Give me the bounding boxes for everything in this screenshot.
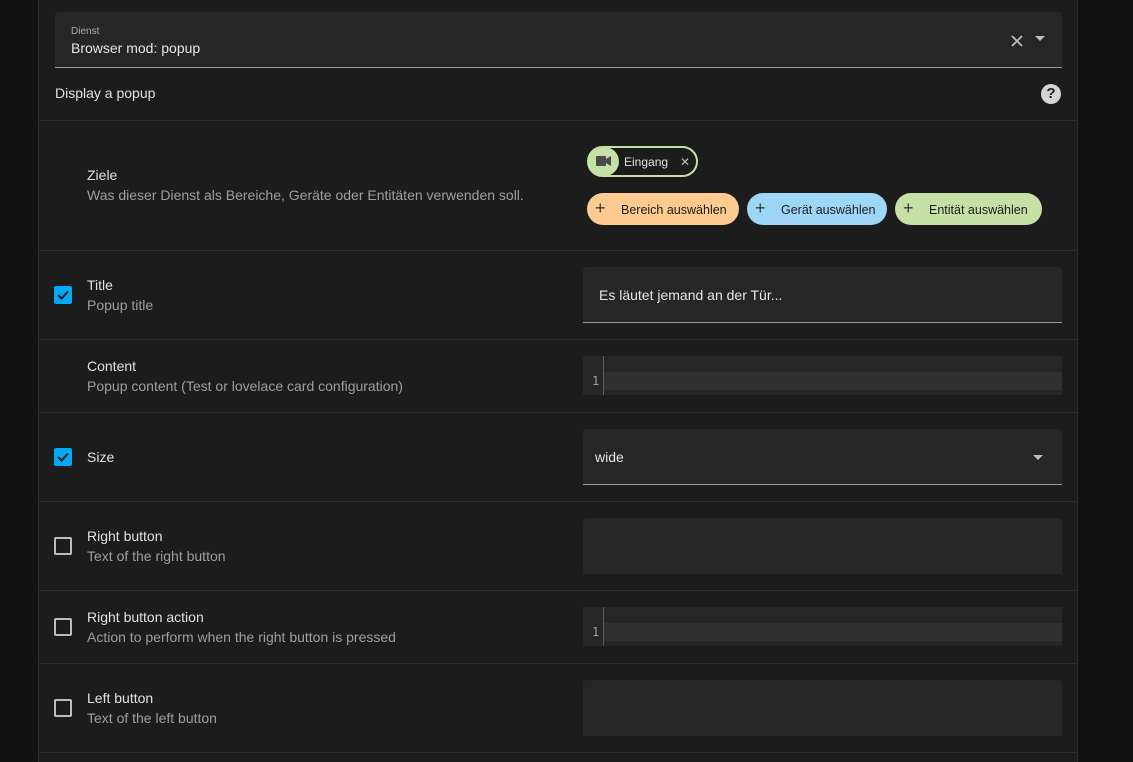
add-device-label: Gerät auswählen (781, 203, 876, 217)
service-select[interactable]: Dienst Browser mod: popup (55, 12, 1062, 68)
title-checkbox[interactable] (54, 286, 72, 304)
entity-chip-eingang[interactable]: Eingang ✕ (587, 146, 698, 177)
field-row-content: Content Popup content (Test or lovelace … (39, 339, 1077, 412)
line-number: 1 (592, 625, 600, 639)
field-row-title: Title Popup title Es läutet jemand an de… (39, 250, 1077, 339)
right-button-action-description: Action to perform when the right button … (87, 629, 396, 645)
content-description: Popup content (Test or lovelace card con… (87, 378, 403, 394)
size-select-value: wide (595, 449, 624, 465)
line-gutter: 1 (583, 356, 604, 395)
title-label: Title (87, 277, 113, 293)
right-button-action-code-editor[interactable]: 1 (583, 607, 1062, 646)
field-row-next (39, 752, 1077, 762)
right-button-action-label: Right button action (87, 609, 204, 625)
left-button-description: Text of the left button (87, 710, 217, 726)
service-select-value: Browser mod: popup (71, 40, 201, 56)
right-button-action-checkbox[interactable] (54, 618, 72, 636)
video-camera-icon (588, 147, 619, 176)
close-icon[interactable]: ✕ (680, 156, 690, 168)
content-label: Content (87, 358, 137, 374)
right-button-input[interactable] (583, 518, 1062, 574)
active-line (604, 623, 1062, 641)
plus-icon: + (903, 198, 914, 218)
content-code-editor[interactable]: 1 (583, 356, 1062, 395)
targets-title: Ziele (87, 167, 118, 183)
field-row-left-button: Left button Text of the left button (39, 663, 1077, 752)
field-row-right-button: Right button Text of the right button (39, 501, 1077, 590)
plus-icon: + (595, 198, 606, 218)
right-button-label: Right button (87, 528, 163, 544)
title-input-value: Es läutet jemand an der Tür... (599, 287, 783, 303)
left-button-checkbox[interactable] (54, 699, 72, 717)
right-button-description: Text of the right button (87, 548, 226, 564)
active-line (604, 372, 1062, 390)
plus-icon: + (755, 198, 766, 218)
clear-icon[interactable] (1010, 34, 1024, 48)
chevron-down-icon[interactable] (1033, 455, 1043, 460)
left-button-input[interactable] (583, 680, 1062, 736)
chevron-down-icon[interactable] (1035, 36, 1045, 41)
targets-row: Ziele Was dieser Dienst als Bereiche, Ge… (39, 120, 1077, 250)
size-label: Size (87, 449, 115, 465)
left-button-label: Left button (87, 690, 154, 706)
service-description: Display a popup (55, 85, 156, 101)
title-description: Popup title (87, 297, 154, 313)
size-checkbox[interactable] (54, 448, 72, 466)
field-row-right-button-action: Right button action Action to perform wh… (39, 590, 1077, 663)
entity-chip-label: Eingang (624, 155, 669, 169)
size-select[interactable]: wide (583, 429, 1062, 485)
field-row-size: Size wide (39, 412, 1077, 501)
line-number: 1 (592, 374, 600, 388)
service-call-card: Dienst Browser mod: popup Display a popu… (38, 0, 1078, 762)
add-area-button[interactable]: + Bereich auswählen (587, 193, 739, 225)
add-entity-label: Entität auswählen (929, 203, 1028, 217)
add-device-button[interactable]: + Gerät auswählen (747, 193, 887, 225)
add-entity-button[interactable]: + Entität auswählen (895, 193, 1042, 225)
right-button-checkbox[interactable] (54, 537, 72, 555)
title-input[interactable]: Es läutet jemand an der Tür... (583, 267, 1062, 323)
add-area-label: Bereich auswählen (621, 203, 727, 217)
help-icon[interactable]: ? (1041, 84, 1061, 104)
targets-subtitle: Was dieser Dienst als Bereiche, Geräte o… (87, 187, 524, 203)
service-select-label: Dienst (71, 26, 100, 37)
line-gutter: 1 (583, 607, 604, 646)
